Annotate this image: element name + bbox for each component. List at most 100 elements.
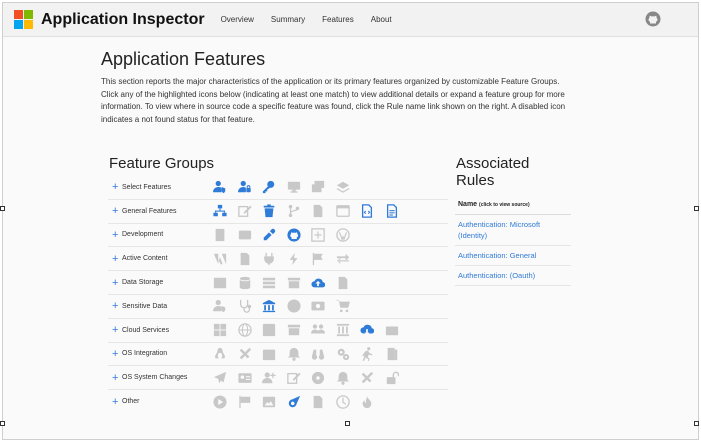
nav-summary[interactable]: Summary bbox=[271, 15, 305, 24]
resize-handle-left[interactable] bbox=[0, 206, 5, 211]
rule-link-general[interactable]: Authentication: General bbox=[455, 246, 571, 266]
file-code-icon[interactable] bbox=[355, 202, 380, 220]
key-icon[interactable] bbox=[257, 178, 282, 196]
network-icon[interactable] bbox=[208, 202, 233, 220]
nav-menu: Overview Summary Features About bbox=[221, 15, 409, 24]
user-shield-icon[interactable] bbox=[208, 178, 233, 196]
windows-icon bbox=[208, 321, 233, 339]
image-icon bbox=[257, 393, 282, 411]
feature-icons bbox=[208, 369, 404, 387]
feature-icons bbox=[208, 250, 355, 268]
bolt-icon bbox=[282, 250, 307, 268]
nav-about[interactable]: About bbox=[371, 15, 392, 24]
feature-group-row: + Active Content bbox=[108, 246, 448, 270]
expand-plus-icon[interactable]: + bbox=[112, 372, 122, 383]
flag-checkered-icon bbox=[233, 393, 258, 411]
expand-plus-icon[interactable]: + bbox=[112, 253, 122, 264]
eyedropper-icon[interactable] bbox=[257, 226, 282, 244]
feature-group-label[interactable]: Data Storage bbox=[122, 279, 208, 286]
database-icon bbox=[233, 274, 258, 292]
id-card-icon bbox=[233, 369, 258, 387]
feature-icons bbox=[208, 274, 355, 292]
feature-group-label[interactable]: General Features bbox=[122, 208, 208, 215]
feature-icons bbox=[208, 321, 404, 339]
expand-plus-icon[interactable]: + bbox=[112, 229, 122, 240]
feature-group-label[interactable]: Other bbox=[122, 398, 208, 405]
feature-icons bbox=[208, 226, 355, 244]
rule-link-oauth[interactable]: Authentication: (Oauth) bbox=[455, 266, 571, 286]
stethoscope-icon bbox=[233, 297, 258, 315]
rule-link-microsoft-identity[interactable]: Authentication: Microsoft (Identity) bbox=[455, 215, 571, 246]
user-shield-icon bbox=[208, 297, 233, 315]
layers-icon bbox=[331, 178, 356, 196]
send-icon bbox=[208, 369, 233, 387]
feature-group-row: + Data Storage bbox=[108, 270, 448, 294]
desktop-icon bbox=[282, 178, 307, 196]
github-icon[interactable] bbox=[282, 226, 307, 244]
table-icon bbox=[208, 274, 233, 292]
rules-column-header: Name (click to view source) bbox=[455, 193, 571, 215]
cart-icon bbox=[331, 297, 356, 315]
bank-icon[interactable] bbox=[257, 297, 282, 315]
file-icon bbox=[306, 393, 331, 411]
fire-icon bbox=[355, 393, 380, 411]
cogs-icon bbox=[331, 345, 356, 363]
resize-handle-bottom[interactable] bbox=[345, 421, 350, 426]
brand-title[interactable]: Application Inspector bbox=[41, 11, 205, 29]
feature-icons bbox=[208, 202, 404, 220]
facebook-icon bbox=[257, 321, 282, 339]
bell-icon bbox=[282, 345, 307, 363]
file-text-icon[interactable] bbox=[380, 202, 405, 220]
expand-plus-icon[interactable]: + bbox=[112, 325, 122, 336]
github-icon[interactable] bbox=[645, 11, 661, 27]
pillars-icon bbox=[331, 321, 356, 339]
logo-yellow-square bbox=[24, 19, 33, 29]
archive-icon bbox=[282, 274, 307, 292]
edit-icon bbox=[233, 202, 258, 220]
feature-group-label[interactable]: Cloud Services bbox=[122, 327, 208, 334]
expand-plus-icon[interactable]: + bbox=[112, 301, 122, 312]
feature-group-label[interactable]: OS System Changes bbox=[122, 374, 208, 381]
feature-icons bbox=[208, 345, 404, 363]
logo-green-square bbox=[24, 9, 33, 19]
exchange-icon bbox=[331, 250, 356, 268]
resize-handle-right[interactable] bbox=[694, 206, 699, 211]
nav-features[interactable]: Features bbox=[322, 15, 354, 24]
associated-rules-title: Associated Rules bbox=[456, 155, 530, 189]
feature-group-label[interactable]: OS Integration bbox=[122, 350, 208, 357]
disc-icon bbox=[306, 369, 331, 387]
expand-plus-icon[interactable]: + bbox=[112, 396, 122, 407]
expand-plus-icon[interactable]: + bbox=[112, 348, 122, 359]
expand-plus-icon[interactable]: + bbox=[112, 277, 122, 288]
feature-group-label[interactable]: Select Features bbox=[122, 184, 208, 191]
feature-group-row: + OS Integration bbox=[108, 341, 448, 366]
intro-text: This section reports the major character… bbox=[101, 77, 566, 124]
cloud-download-icon[interactable] bbox=[355, 321, 380, 339]
feature-groups-title: Feature Groups bbox=[109, 155, 215, 172]
play-icon bbox=[208, 393, 233, 411]
cloud-upload-icon[interactable] bbox=[306, 274, 331, 292]
running-icon bbox=[355, 345, 380, 363]
logo-red-square bbox=[14, 9, 23, 19]
user-lock-icon[interactable] bbox=[233, 178, 258, 196]
nav-overview[interactable]: Overview bbox=[221, 15, 254, 24]
feature-group-label[interactable]: Active Content bbox=[122, 255, 208, 262]
resize-handle-bottom-right[interactable] bbox=[694, 421, 699, 426]
feature-group-row: + Select Features bbox=[108, 176, 448, 199]
meteor-icon[interactable] bbox=[282, 393, 307, 411]
feature-group-row: + Sensitive Data bbox=[108, 293, 448, 318]
feature-group-row: + OS System Changes bbox=[108, 365, 448, 389]
resize-handle-bottom-left[interactable] bbox=[0, 421, 5, 426]
binoculars-icon bbox=[306, 345, 331, 363]
adobe-icon bbox=[208, 250, 233, 268]
archive-icon bbox=[282, 321, 307, 339]
feature-group-label[interactable]: Development bbox=[122, 231, 208, 238]
expand-plus-icon[interactable]: + bbox=[112, 182, 122, 193]
expand-plus-icon[interactable]: + bbox=[112, 206, 122, 217]
window-icon bbox=[331, 202, 356, 220]
money-icon bbox=[306, 297, 331, 315]
tools-icon bbox=[355, 369, 380, 387]
feature-group-label[interactable]: Sensitive Data bbox=[122, 303, 208, 310]
features-section: Application Features This section report… bbox=[101, 49, 601, 126]
trash-icon[interactable] bbox=[257, 202, 282, 220]
